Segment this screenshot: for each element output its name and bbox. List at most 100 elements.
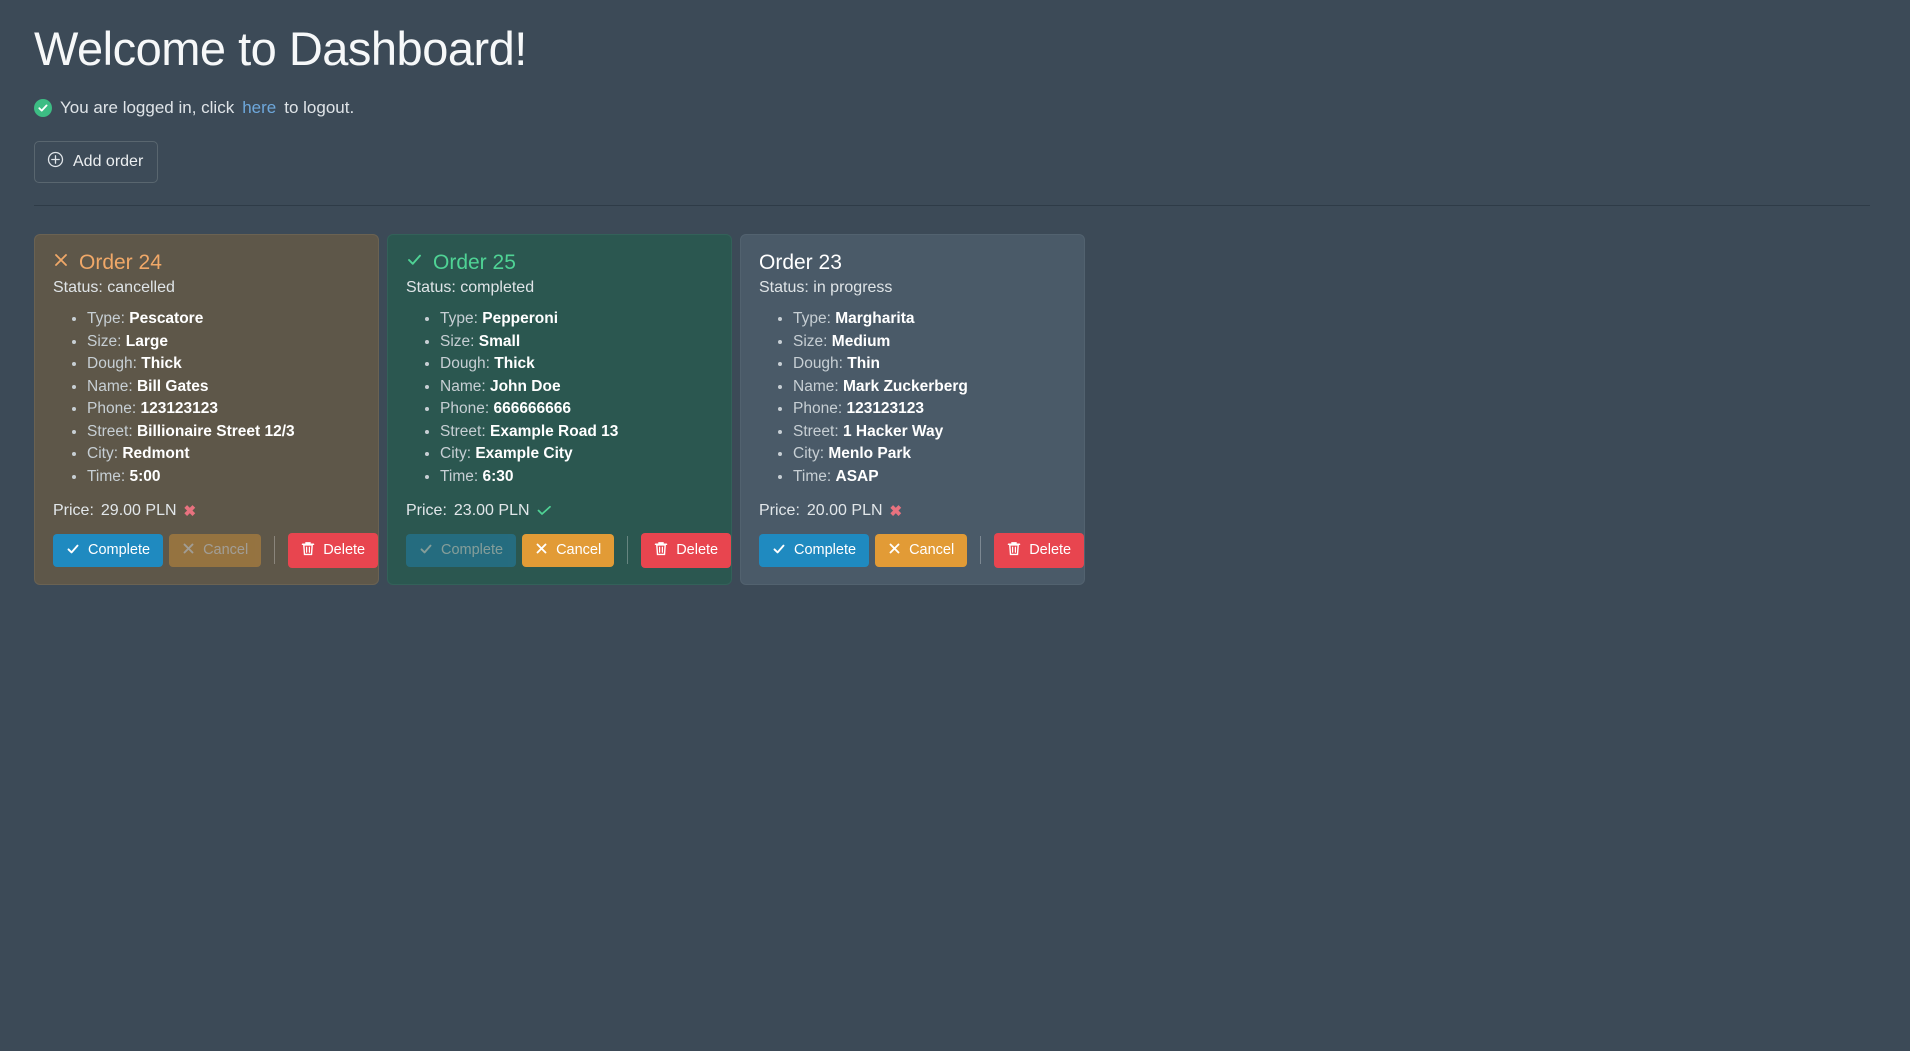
- detail-dough: Dough: Thick: [440, 355, 713, 373]
- complete-button[interactable]: Complete: [53, 533, 164, 568]
- cancel-button[interactable]: Cancel: [169, 534, 262, 567]
- detail-label: City:: [87, 445, 118, 463]
- detail-value: Thick: [141, 355, 182, 373]
- detail-dough: Dough: Thin: [793, 355, 1066, 373]
- cancel-label: Cancel: [203, 542, 249, 559]
- cancel-label: Cancel: [556, 542, 602, 559]
- delete-label: Delete: [676, 542, 719, 559]
- detail-label: Name:: [87, 377, 133, 395]
- x-icon: [535, 542, 548, 559]
- detail-phone: Phone: 123123123: [793, 400, 1066, 418]
- price-label: Price:: [53, 502, 94, 520]
- detail-phone: Phone: 123123123: [87, 400, 360, 418]
- cancel-button[interactable]: Cancel: [875, 534, 968, 567]
- detail-name: Name: John Doe: [440, 378, 713, 396]
- order-details-list: Type: Margharita Size: Medium Dough: Thi…: [759, 310, 1066, 485]
- order-actions: Complete Cancel Delete: [406, 533, 732, 568]
- detail-label: Size:: [440, 332, 475, 350]
- complete-label: Complete: [794, 542, 857, 559]
- complete-label: Complete: [441, 542, 504, 559]
- detail-label: City:: [440, 445, 471, 463]
- login-status-line: You are logged in, click here to logout.: [34, 98, 1870, 118]
- status-label: Status:: [759, 279, 809, 297]
- order-status: Status: completed: [406, 279, 713, 297]
- detail-value: 6:30: [482, 467, 514, 485]
- dashboard-page: Welcome to Dashboard! You are logged in,…: [0, 0, 1910, 585]
- complete-button[interactable]: Complete: [406, 533, 517, 568]
- detail-label: Street:: [440, 422, 486, 440]
- detail-label: City:: [793, 445, 824, 463]
- detail-label: Time:: [793, 467, 832, 485]
- order-card[interactable]: Order 24 Status: cancelled Type: Pescato…: [34, 234, 379, 585]
- detail-label: Type:: [440, 310, 478, 328]
- detail-value: 1 Hacker Way: [842, 422, 944, 440]
- detail-label: Street:: [793, 422, 839, 440]
- order-card-header: Order 25: [406, 249, 713, 275]
- detail-name: Name: Mark Zuckerberg: [793, 378, 1066, 396]
- order-price: Price: 20.00 PLN ✖: [759, 502, 1066, 520]
- detail-label: Street:: [87, 422, 133, 440]
- detail-street: Street: Billionaire Street 12/3: [87, 423, 360, 441]
- x-icon: ✖: [183, 502, 197, 520]
- detail-label: Size:: [87, 332, 122, 350]
- order-title: Order 23: [759, 250, 842, 274]
- order-card[interactable]: Order 23 Status: in progress Type: Margh…: [740, 234, 1085, 585]
- check-circle-icon: [34, 99, 52, 118]
- login-text-before: You are logged in, click: [60, 98, 235, 118]
- detail-label: Dough:: [440, 355, 490, 373]
- status-label: Status:: [53, 279, 103, 297]
- detail-label: Phone:: [87, 400, 137, 418]
- status-value: cancelled: [107, 279, 175, 297]
- detail-label: Size:: [793, 332, 828, 350]
- page-title: Welcome to Dashboard!: [34, 22, 527, 75]
- cancel-label: Cancel: [909, 542, 955, 559]
- detail-value: Redmont: [122, 445, 190, 463]
- order-status: Status: cancelled: [53, 279, 360, 297]
- delete-label: Delete: [323, 542, 366, 559]
- order-price: Price: 23.00 PLN: [406, 502, 713, 520]
- order-card[interactable]: Order 25 Status: completed Type: Peppero…: [387, 234, 732, 585]
- detail-label: Phone:: [440, 400, 490, 418]
- order-card-header: Order 23: [759, 249, 1066, 275]
- detail-value: 123123123: [846, 400, 925, 418]
- action-divider: [274, 536, 276, 565]
- trash-icon: [1007, 541, 1021, 560]
- detail-time: Time: 5:00: [87, 468, 360, 486]
- detail-type: Type: Pepperoni: [440, 310, 713, 328]
- detail-value: Example Road 13: [489, 422, 619, 440]
- price-value: 29.00 PLN: [100, 502, 177, 520]
- detail-value: Billionaire Street 12/3: [136, 422, 295, 440]
- delete-button[interactable]: Delete: [641, 533, 732, 568]
- delete-label: Delete: [1029, 542, 1072, 559]
- detail-label: Name:: [440, 377, 486, 395]
- complete-button[interactable]: Complete: [759, 533, 870, 568]
- detail-size: Size: Small: [440, 333, 713, 351]
- check-icon: [406, 251, 423, 273]
- add-order-button[interactable]: Add order: [34, 141, 159, 184]
- detail-value: Menlo Park: [828, 445, 912, 463]
- check-icon: [419, 542, 433, 560]
- delete-button[interactable]: Delete: [288, 533, 379, 568]
- order-price: Price: 29.00 PLN ✖: [53, 502, 360, 520]
- detail-value: 666666666: [493, 400, 572, 418]
- detail-value: Mark Zuckerberg: [842, 377, 968, 395]
- add-order-label: Add order: [73, 153, 144, 171]
- detail-size: Size: Medium: [793, 333, 1066, 351]
- detail-label: Dough:: [793, 355, 843, 373]
- cancel-button[interactable]: Cancel: [522, 534, 615, 567]
- order-actions: Complete Cancel Delete: [759, 533, 1085, 568]
- check-icon: [772, 542, 786, 560]
- action-divider: [627, 536, 629, 565]
- detail-street: Street: 1 Hacker Way: [793, 423, 1066, 441]
- order-actions: Complete Cancel Delete: [53, 533, 379, 568]
- price-label: Price:: [759, 502, 800, 520]
- price-value: 23.00 PLN: [453, 502, 530, 520]
- logout-link[interactable]: here: [242, 98, 276, 118]
- price-label: Price:: [406, 502, 447, 520]
- detail-value: Small: [478, 332, 521, 350]
- delete-button[interactable]: Delete: [994, 533, 1085, 568]
- x-icon: [888, 542, 901, 559]
- action-divider: [980, 536, 982, 565]
- complete-label: Complete: [88, 542, 151, 559]
- detail-value: Margharita: [835, 310, 915, 328]
